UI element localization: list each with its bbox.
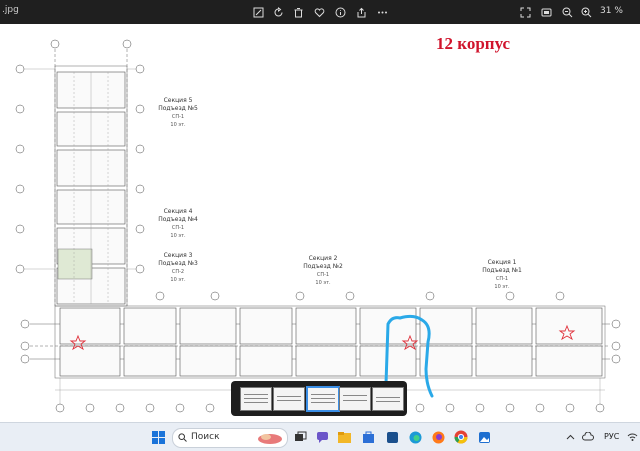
thumbnail[interactable] bbox=[372, 387, 404, 411]
building-title: 12 корпус bbox=[436, 34, 511, 53]
chat-icon[interactable] bbox=[314, 429, 330, 445]
search-highlight-icon bbox=[258, 434, 282, 444]
favorite-icon[interactable] bbox=[312, 5, 326, 19]
thumbnail[interactable] bbox=[273, 387, 305, 411]
zoom-in-icon[interactable] bbox=[579, 5, 593, 19]
section-name: Секция 3 bbox=[163, 252, 193, 259]
section-label-3: Секция 3 Подъезд №3 СП-2 10 эт. bbox=[155, 252, 201, 284]
section-floors: 10 эт. bbox=[170, 122, 186, 128]
section-name: Секция 2 bbox=[308, 255, 338, 262]
wifi-icon[interactable] bbox=[624, 429, 640, 445]
section-floors: 10 эт. bbox=[494, 284, 510, 290]
section-floors: 10 эт. bbox=[170, 233, 186, 239]
section-entrance: Подъезд №5 bbox=[158, 105, 198, 112]
search-icon bbox=[178, 433, 187, 442]
edit-image-icon[interactable] bbox=[251, 5, 265, 19]
file-name: .jpg bbox=[2, 5, 19, 15]
more-icon[interactable] bbox=[375, 5, 389, 19]
floor-plan-drawing bbox=[15, 39, 621, 413]
section-name: Секция 5 bbox=[163, 97, 193, 104]
edge-icon[interactable] bbox=[407, 429, 423, 445]
thumbnail[interactable] bbox=[339, 387, 371, 411]
file-explorer-icon[interactable] bbox=[336, 429, 352, 445]
fit-icon[interactable] bbox=[539, 5, 553, 19]
section-label-2: Секция 2 Подъезд №2 СП-1 10 эт. bbox=[300, 255, 346, 287]
rotate-icon[interactable] bbox=[271, 5, 285, 19]
section-name: Секция 1 bbox=[487, 259, 517, 266]
thumbnail-strip bbox=[231, 381, 407, 416]
section-floors: 10 эт. bbox=[170, 277, 186, 283]
task-view-icon[interactable] bbox=[292, 429, 308, 445]
taskbar-app-icon[interactable] bbox=[384, 429, 400, 445]
language-indicator[interactable]: РУС bbox=[604, 432, 619, 441]
chevron-up-icon[interactable] bbox=[562, 429, 578, 445]
taskbar-search[interactable]: Поиск bbox=[172, 428, 288, 448]
fullscreen-icon[interactable] bbox=[518, 5, 532, 19]
section-code: СП-2 bbox=[171, 269, 185, 275]
section-code: СП-1 bbox=[316, 272, 330, 278]
viewer-toolbar: .jpg 31 % bbox=[0, 0, 640, 24]
delete-icon[interactable] bbox=[291, 5, 305, 19]
section-entrance: Подъезд №1 bbox=[482, 267, 522, 274]
windows-start-icon[interactable] bbox=[150, 429, 166, 445]
info-icon[interactable] bbox=[333, 5, 347, 19]
taskbar: Поиск РУС bbox=[0, 422, 640, 451]
chrome-icon[interactable] bbox=[453, 429, 469, 445]
section-entrance: Подъезд №4 bbox=[158, 216, 198, 223]
firefox-icon[interactable] bbox=[430, 429, 446, 445]
share-icon[interactable] bbox=[354, 5, 368, 19]
store-icon[interactable] bbox=[360, 429, 376, 445]
section-code: СП-1 bbox=[495, 276, 509, 282]
cloud-icon[interactable] bbox=[580, 429, 596, 445]
search-placeholder: Поиск bbox=[191, 432, 220, 442]
thumbnail-selected[interactable] bbox=[306, 386, 340, 412]
section-entrance: Подъезд №2 bbox=[303, 263, 343, 270]
zoom-out-icon[interactable] bbox=[560, 5, 574, 19]
section-code: СП-1 bbox=[171, 114, 185, 120]
section-label-4: Секция 4 Подъезд №4 СП-1 10 эт. bbox=[155, 208, 201, 240]
thumbnail[interactable] bbox=[240, 387, 272, 411]
section-name: Секция 4 bbox=[163, 208, 193, 215]
section-entrance: Подъезд №3 bbox=[158, 260, 198, 267]
image-canvas[interactable]: 12 корпус Секция 5 Подъезд №5 СП-1 10 эт. Се… bbox=[0, 24, 640, 422]
section-label-1: Секция 1 Подъезд №1 СП-1 10 эт. bbox=[479, 259, 525, 291]
section-code: СП-1 bbox=[171, 225, 185, 231]
zoom-level: 31 % bbox=[600, 6, 623, 16]
photos-icon[interactable] bbox=[476, 429, 492, 445]
section-floors: 10 эт. bbox=[315, 280, 331, 286]
section-label-5: Секция 5 Подъезд №5 СП-1 10 эт. bbox=[155, 97, 201, 129]
